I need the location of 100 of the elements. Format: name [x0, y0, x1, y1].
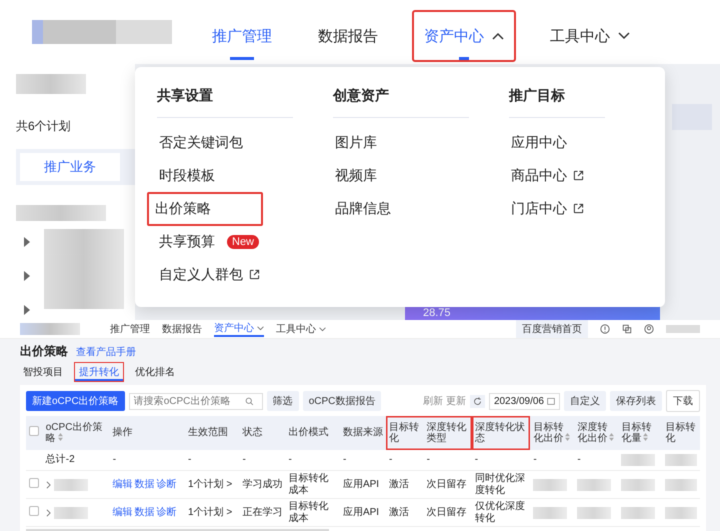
user-icon[interactable]: [644, 324, 654, 334]
help-icon[interactable]: [600, 324, 610, 334]
redacted-block: [577, 478, 612, 490]
menu-item[interactable]: 共享预算: [151, 226, 223, 256]
checkbox[interactable]: [29, 478, 39, 488]
column-header: 目标转化: [386, 416, 424, 450]
table-cell-text: 仅优化深度转化: [474, 501, 526, 524]
redacted-block: [577, 506, 612, 518]
search-field[interactable]: 请搜索oCPC出价策略: [128, 392, 263, 410]
tab[interactable]: 提升转化: [74, 362, 124, 382]
menu-item[interactable]: 门店中心: [503, 194, 592, 224]
table-cell: -: [388, 454, 392, 466]
refresh-label: 刷新 更新: [423, 394, 466, 408]
table-cell: 次日留存: [426, 478, 467, 490]
column-header: 状态: [239, 416, 286, 450]
create-button[interactable]: 新建oCPC出价策略: [26, 391, 125, 411]
redacted-block: [533, 506, 568, 518]
nav-tab[interactable]: 工具中心: [276, 322, 326, 336]
tab[interactable]: 优化排名: [130, 362, 180, 382]
external-link-icon: [573, 203, 584, 214]
table-cell: 总计-2: [46, 454, 75, 466]
custom-button[interactable]: 自定义: [564, 391, 606, 411]
table-cell-text: 同时优化深度转化: [474, 473, 526, 496]
action-link[interactable]: 编辑: [112, 506, 133, 518]
report-button[interactable]: oCPC数据报告: [302, 391, 382, 411]
redacted-block: [621, 478, 656, 490]
redacted-block: [665, 454, 697, 466]
action-link[interactable]: 诊断: [156, 506, 177, 518]
redacted-block: [665, 506, 697, 518]
date-field[interactable]: 2023/09/06: [488, 392, 560, 410]
table-cell: -: [188, 454, 192, 466]
new-badge: New: [227, 234, 260, 248]
menu-item[interactable]: 出价策略: [147, 192, 263, 226]
column-header: 操作: [110, 416, 186, 450]
action-link[interactable]: 数据: [134, 506, 155, 518]
home-button[interactable]: 百度营销首页: [516, 320, 588, 338]
table-cell: -: [577, 454, 581, 466]
external-link-icon: [249, 269, 260, 280]
expand-icon[interactable]: [46, 508, 51, 516]
column-header: 深度转化类型: [424, 416, 472, 450]
redacted-block: [666, 325, 700, 333]
calendar-icon: [547, 397, 555, 405]
redacted-block: [54, 478, 88, 490]
menu-item[interactable]: 图片库: [327, 128, 385, 158]
nav-tab[interactable]: 推广管理: [200, 10, 284, 62]
copy-icon[interactable]: [622, 324, 632, 334]
filter-button[interactable]: 筛选: [266, 391, 299, 411]
table-cell: 激活: [388, 478, 409, 490]
menu-heading: 共享设置: [157, 87, 293, 118]
expand-icon[interactable]: [46, 480, 51, 488]
table-cell: 激活: [388, 506, 409, 518]
redacted-block: [665, 478, 697, 490]
menu-item[interactable]: 自定义人群包: [151, 260, 268, 290]
nav-tab[interactable]: 推广管理: [110, 322, 150, 336]
redacted-block: [54, 506, 88, 518]
menu-item[interactable]: 否定关键词包: [151, 128, 251, 158]
menu-item[interactable]: 时段模板: [151, 160, 223, 190]
menu-item[interactable]: 视频库: [327, 160, 385, 190]
tab[interactable]: 推广业务: [20, 153, 120, 181]
redacted-block: [20, 323, 80, 335]
action-link[interactable]: 数据: [134, 478, 155, 490]
table-cell-text: 目标转化成本: [288, 473, 330, 496]
table-cell: -: [112, 454, 116, 466]
download-button[interactable]: 下载: [666, 390, 700, 412]
table-cell: -: [288, 454, 292, 466]
save-button[interactable]: 保存列表: [610, 391, 662, 411]
redacted-block: [621, 506, 656, 518]
menu-item[interactable]: 应用中心: [503, 128, 575, 158]
nav-tab[interactable]: 数据报告: [306, 10, 390, 62]
column-header: 目标转化出价: [530, 416, 574, 450]
menu-item[interactable]: 商品中心: [503, 160, 592, 190]
table-cell: 1个计划 >: [188, 506, 232, 518]
chevron-icon: [492, 32, 504, 40]
nav-tab[interactable]: 资产中心: [412, 10, 516, 62]
action-link[interactable]: 编辑: [112, 478, 133, 490]
search-icon[interactable]: [244, 396, 254, 406]
banner-value: 28.75: [423, 307, 451, 319]
nav-tab[interactable]: 工具中心: [538, 10, 642, 62]
redacted-block: [621, 454, 656, 466]
menu-item[interactable]: 品牌信息: [327, 194, 399, 224]
table-cell: 学习成功: [242, 478, 282, 490]
chevron-down-icon: [319, 326, 326, 332]
expand-icon[interactable]: [24, 237, 30, 247]
chevron-icon: [618, 32, 630, 40]
checkbox[interactable]: [29, 426, 39, 436]
menu-heading: 推广目标: [509, 87, 605, 118]
nav-tab[interactable]: 数据报告: [162, 322, 202, 336]
refresh-icon: [472, 396, 482, 406]
expand-icon[interactable]: [24, 271, 30, 281]
table-cell-text: 目标转化成本: [288, 501, 330, 524]
refresh-button[interactable]: [470, 394, 485, 408]
table-cell: -: [242, 454, 246, 466]
manual-link[interactable]: 查看产品手册: [76, 345, 136, 359]
column-header: 生效范围: [185, 416, 240, 450]
table-cell: 应用API: [342, 506, 380, 518]
tab[interactable]: 智投项目: [18, 362, 68, 382]
checkbox[interactable]: [29, 506, 39, 516]
expand-icon[interactable]: [24, 305, 30, 315]
action-link[interactable]: 诊断: [156, 478, 177, 490]
nav-tab[interactable]: 资产中心: [214, 321, 264, 337]
